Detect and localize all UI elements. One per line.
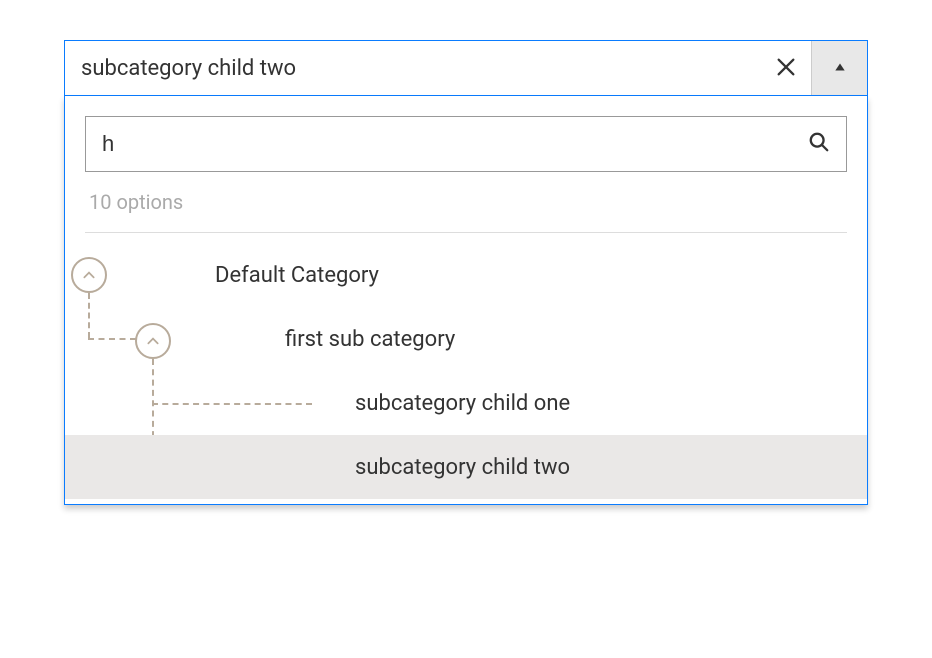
- tree-item-label: Default Category: [215, 263, 379, 288]
- collapse-toggle[interactable]: [71, 257, 107, 293]
- search-icon: [808, 131, 830, 157]
- category-dropdown: subcategory child two 10 options: [64, 40, 868, 96]
- tree-item-subcategory-child-one[interactable]: subcategory child one: [65, 371, 867, 435]
- caret-up-icon: [833, 60, 847, 77]
- tree-item-subcategory-child-two[interactable]: subcategory child two: [65, 435, 867, 499]
- options-count-label: 10 options: [89, 190, 843, 214]
- collapse-toggle[interactable]: [135, 323, 171, 359]
- dropdown-toggle-button[interactable]: [811, 41, 867, 95]
- tree-item-label: first sub category: [285, 327, 455, 352]
- dropdown-selected-value[interactable]: subcategory child two: [65, 41, 761, 95]
- tree-item-label: subcategory child one: [355, 391, 570, 416]
- dropdown-panel: 10 options Default Category first sub ca…: [64, 96, 868, 505]
- close-icon: [775, 56, 797, 81]
- dropdown-header: subcategory child two: [64, 40, 868, 96]
- clear-button[interactable]: [761, 41, 811, 95]
- search-box: [85, 116, 847, 172]
- category-tree: Default Category first sub category subc…: [65, 243, 867, 499]
- panel-divider: [85, 232, 847, 233]
- search-input[interactable]: [102, 131, 808, 157]
- tree-item-default-category[interactable]: Default Category: [65, 243, 867, 307]
- tree-item-first-sub-category[interactable]: first sub category: [65, 307, 867, 371]
- tree-item-label: subcategory child two: [355, 455, 570, 480]
